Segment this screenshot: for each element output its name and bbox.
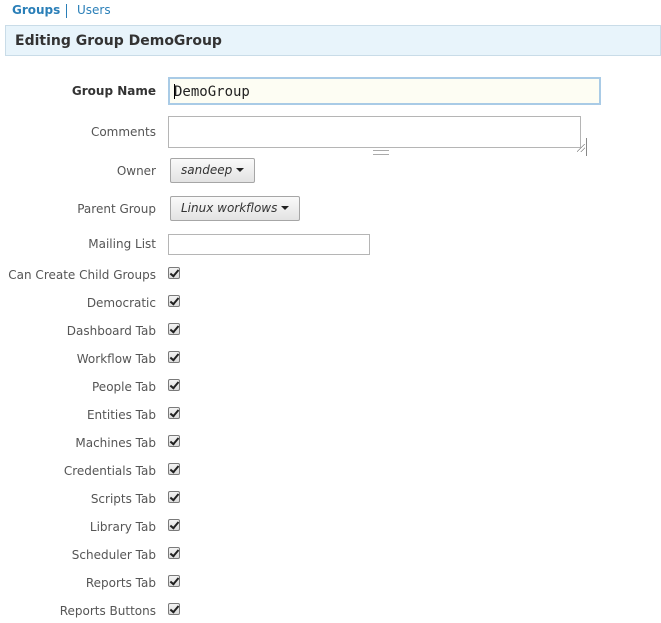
group-name-label: Group Name xyxy=(71,84,156,98)
checkbox-row: Reports Buttons xyxy=(0,601,661,621)
checkbox-row: Credentials Tab xyxy=(0,461,661,481)
checkbox-label: Library Tab xyxy=(89,520,156,534)
nav-divider xyxy=(66,4,67,18)
owner-selected: sandeep xyxy=(181,163,233,177)
checkbox-row: Can Create Child Groups xyxy=(0,265,661,285)
parent-group-dropdown[interactable]: Linux workflows xyxy=(170,196,301,221)
chevron-down-icon xyxy=(281,206,290,210)
checkbox-label: Can Create Child Groups xyxy=(8,268,156,282)
page-title: Editing Group DemoGroup xyxy=(15,33,222,49)
checkbox-people-tab[interactable] xyxy=(168,379,180,391)
checkbox-dashboard-tab[interactable] xyxy=(168,323,180,335)
checkbox-label: Scripts Tab xyxy=(90,492,156,506)
checkbox-label: People Tab xyxy=(92,380,156,394)
group-name-value: DemoGroup xyxy=(174,84,250,100)
checkbox-reports-buttons[interactable] xyxy=(168,603,180,615)
checkbox-row: Dashboard Tab xyxy=(0,321,661,341)
checkbox-row: Entities Tab xyxy=(0,405,661,425)
checkbox-library-tab[interactable] xyxy=(168,519,180,531)
checkbox-row: Democratic xyxy=(0,293,661,313)
parent-group-selected: Linux workflows xyxy=(181,201,278,215)
checkbox-label: Workflow Tab xyxy=(76,352,156,366)
chevron-down-icon xyxy=(236,168,245,172)
checkbox-row: Scripts Tab xyxy=(0,489,661,509)
mailing-list-input[interactable] xyxy=(168,234,370,255)
textarea-resize-handle[interactable] xyxy=(575,138,587,156)
page-header: Editing Group DemoGroup xyxy=(5,25,661,56)
checkbox-row: Library Tab xyxy=(0,517,661,537)
checkbox-scheduler-tab[interactable] xyxy=(168,547,180,559)
owner-dropdown[interactable]: sandeep xyxy=(170,158,256,183)
checkbox-label: Entities Tab xyxy=(86,408,156,422)
top-nav: Groups Users xyxy=(0,0,661,22)
checkbox-label: Credentials Tab xyxy=(63,464,156,478)
mailing-list-label: Mailing List xyxy=(88,237,156,251)
comments-label: Comments xyxy=(90,125,156,139)
checkbox-label: Reports Tab xyxy=(85,576,156,590)
tab-groups[interactable]: Groups xyxy=(12,3,60,17)
checkbox-democratic[interactable] xyxy=(168,295,180,307)
checkbox-label: Reports Buttons xyxy=(59,604,156,618)
comments-textarea[interactable] xyxy=(168,116,581,148)
checkbox-row: Scheduler Tab xyxy=(0,545,661,565)
checkbox-row: People Tab xyxy=(0,377,661,397)
checkbox-row: Reports Tab xyxy=(0,573,661,593)
checkbox-entities-tab[interactable] xyxy=(168,407,180,419)
checkbox-credentials-tab[interactable] xyxy=(168,463,180,475)
checkbox-label: Democratic xyxy=(86,296,156,310)
checkbox-workflow-tab[interactable] xyxy=(168,351,180,363)
checkbox-machines-tab[interactable] xyxy=(168,435,180,447)
owner-label: Owner xyxy=(116,164,156,178)
checkbox-label: Machines Tab xyxy=(75,436,156,450)
checkbox-scripts-tab[interactable] xyxy=(168,491,180,503)
owner-row: Owner xyxy=(0,161,661,181)
checkbox-label: Dashboard Tab xyxy=(66,324,156,338)
group-name-input[interactable]: DemoGroup xyxy=(168,77,601,105)
checkbox-reports-tab[interactable] xyxy=(168,575,180,587)
checkbox-label: Scheduler Tab xyxy=(71,548,156,562)
parent-group-row: Parent Group xyxy=(0,199,661,219)
textarea-grip-icon[interactable] xyxy=(373,150,389,155)
tab-users[interactable]: Users xyxy=(77,3,111,17)
checkbox-row: Workflow Tab xyxy=(0,349,661,369)
parent-group-label: Parent Group xyxy=(77,202,156,216)
checkbox-row: Machines Tab xyxy=(0,433,661,453)
checkbox-can-create-child-groups[interactable] xyxy=(168,267,180,279)
